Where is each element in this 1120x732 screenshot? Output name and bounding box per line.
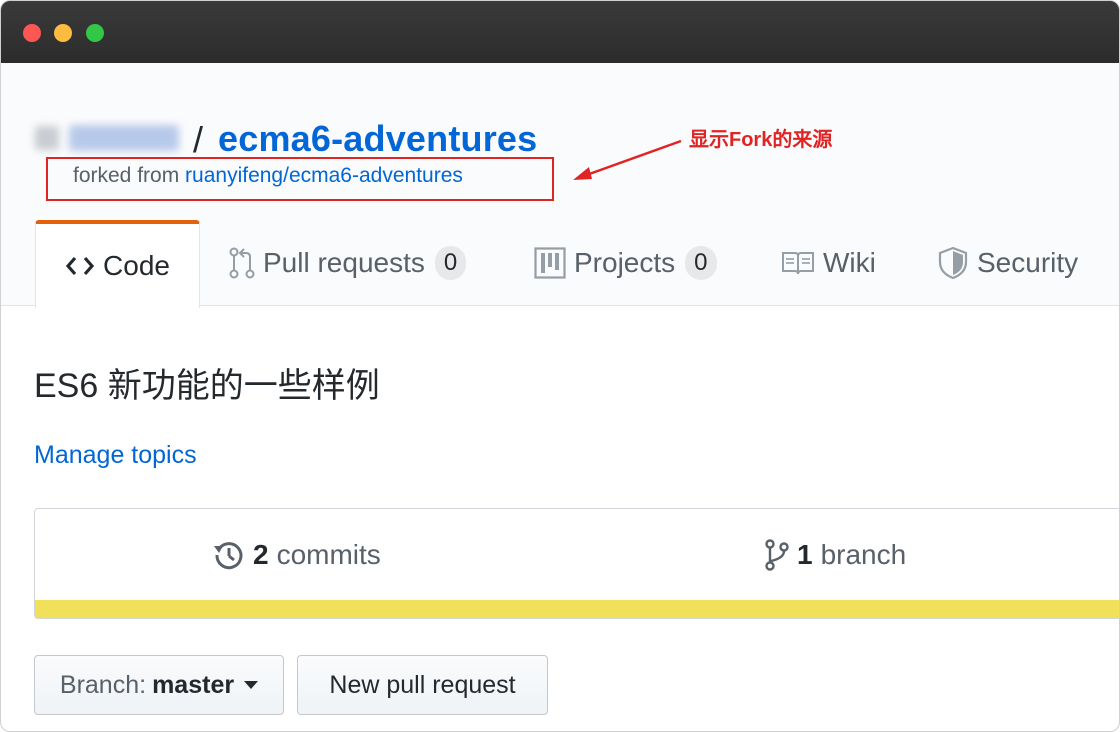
projects-count: 0 [685, 246, 717, 280]
annotation-arrow-icon [573, 139, 682, 180]
tab-pull-requests[interactable]: Pull requests 0 [229, 220, 467, 306]
maximize-window-button[interactable] [86, 24, 104, 42]
annotation-label: 显示Fork的来源 [689, 129, 833, 151]
tab-code-label: Code [103, 250, 170, 281]
project-icon [534, 247, 566, 279]
branch-select-button[interactable]: Branch: master [34, 655, 284, 715]
branch-count: 1 [797, 539, 813, 570]
owner-name [69, 125, 179, 151]
repo-summary-box: 2 commits 1 branch [34, 508, 1119, 619]
path-separator: / [193, 119, 204, 160]
tab-code[interactable]: Code [35, 220, 200, 308]
commits-stat[interactable]: 2 commits [213, 535, 381, 575]
caret-down-icon [244, 681, 259, 689]
close-window-button[interactable] [23, 24, 41, 42]
minimize-window-button[interactable] [54, 24, 72, 42]
shield-icon [937, 246, 969, 280]
branch-current-value: master [152, 670, 235, 699]
tab-pull-requests-label: Pull requests [263, 247, 425, 278]
repo-description: ES6 新功能的一些样例 [34, 367, 380, 405]
repo-owner-blurred[interactable] [35, 119, 185, 157]
pull-requests-count: 0 [434, 246, 467, 280]
branch-label: branch [820, 539, 907, 570]
tab-projects[interactable]: Projects 0 [534, 220, 717, 306]
manage-topics-link[interactable]: Manage topics [34, 437, 197, 473]
book-icon [781, 250, 815, 276]
git-branch-icon [765, 539, 789, 571]
pull-request-icon [229, 247, 255, 279]
tab-security-label: Security [977, 247, 1079, 278]
repo-name-link[interactable]: ecma6-adventures [218, 117, 537, 161]
window-titlebar [1, 1, 1119, 63]
browser-window: / ecma6-adventures forked from ruanyifen… [0, 0, 1120, 732]
branch-prefix-label: Branch: [59, 670, 147, 699]
commits-label: commits [276, 539, 381, 570]
tab-wiki-label: Wiki [823, 247, 876, 278]
new-pull-request-button[interactable]: New pull request [297, 655, 548, 715]
commits-count: 2 [253, 539, 269, 570]
branch-stat[interactable]: 1 branch [765, 535, 906, 575]
tab-wiki[interactable]: Wiki [781, 220, 876, 306]
tab-security[interactable]: Security [937, 220, 1078, 306]
tab-projects-label: Projects [574, 247, 676, 278]
annotation-highlight-box [46, 157, 554, 201]
owner-avatar [35, 126, 59, 150]
history-icon [213, 539, 245, 571]
language-bar[interactable] [35, 600, 1119, 618]
code-icon [65, 255, 95, 277]
